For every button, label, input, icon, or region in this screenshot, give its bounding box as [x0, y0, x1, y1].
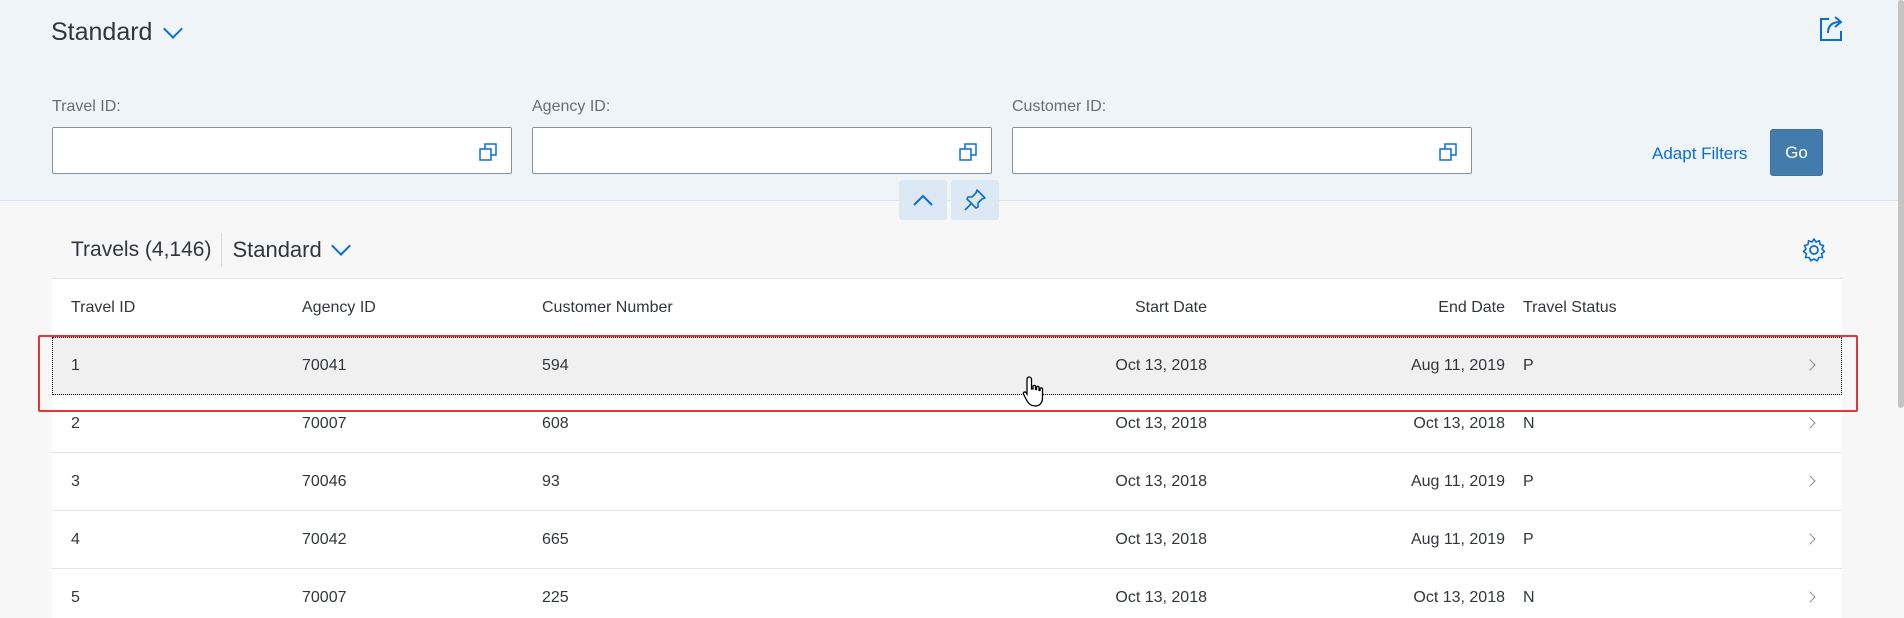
cell-start-date: Oct 13, 2018: [1115, 531, 1207, 548]
chevron-right-icon[interactable]: [1804, 475, 1816, 487]
value-help-icon[interactable]: [959, 143, 977, 161]
adapt-filters-button[interactable]: Adapt Filters: [1652, 144, 1747, 164]
cell-travel-id: 4: [71, 531, 80, 548]
travels-table-panel: Travels (4,146) Standard Travel ID Agenc…: [52, 221, 1842, 618]
cell-travel-id: 5: [71, 589, 80, 606]
cell-travel-id: 3: [71, 473, 80, 490]
travel-id-input[interactable]: [52, 127, 512, 174]
agency-id-label: Agency ID:: [532, 98, 611, 115]
agency-id-input[interactable]: [532, 127, 992, 174]
pin-icon: [964, 189, 986, 211]
table-header: Travel ID Agency ID Customer Number Star…: [52, 279, 1842, 337]
cell-start-date: Oct 13, 2018: [1115, 589, 1207, 606]
cell-customer-number: 608: [542, 415, 569, 432]
page-scrollbar[interactable]: [1898, 0, 1904, 408]
toolbar-separator: [221, 232, 223, 267]
cell-end-date: Aug 11, 2019: [1410, 473, 1505, 490]
customer-id-input[interactable]: [1012, 127, 1472, 174]
agency-id-filter: Agency ID:: [532, 98, 992, 174]
table-row[interactable]: 4 70042 665 Oct 13, 2018 Aug 11, 2019 P: [52, 511, 1842, 569]
table-row[interactable]: 1 70041 594 Oct 13, 2018 Aug 11, 2019 P: [52, 337, 1842, 395]
table-row[interactable]: 2 70007 608 Oct 13, 2018 Oct 13, 2018 N: [52, 395, 1842, 453]
cell-end-date: Aug 11, 2019: [1410, 531, 1505, 548]
chevron-down-icon: [330, 235, 351, 256]
cell-customer-number: 665: [542, 531, 569, 548]
cell-customer-number: 594: [542, 357, 569, 374]
cell-agency-id: 70007: [302, 589, 347, 606]
column-header-travel-id[interactable]: Travel ID: [71, 299, 135, 317]
chevron-right-icon[interactable]: [1804, 359, 1816, 371]
page-variant-selector[interactable]: Standard: [51, 18, 184, 47]
cell-travel-status: N: [1523, 415, 1535, 432]
cell-end-date: Aug 11, 2019: [1410, 357, 1505, 374]
customer-id-filter: Customer ID:: [1012, 98, 1472, 174]
cell-travel-status: P: [1523, 357, 1534, 374]
cell-agency-id: 70007: [302, 415, 347, 432]
table-row[interactable]: 5 70007 225 Oct 13, 2018 Oct 13, 2018 N: [52, 569, 1842, 618]
pin-header-button[interactable]: [951, 180, 999, 220]
travel-id-filter: Travel ID:: [52, 98, 512, 174]
cell-travel-status: P: [1523, 531, 1534, 548]
value-help-icon[interactable]: [1439, 143, 1457, 161]
cell-travel-status: N: [1523, 589, 1535, 606]
cell-start-date: Oct 13, 2018: [1115, 473, 1207, 490]
customer-id-label: Customer ID:: [1012, 98, 1107, 115]
cell-end-date: Oct 13, 2018: [1413, 415, 1505, 432]
cell-agency-id: 70041: [302, 357, 347, 374]
cell-travel-id: 2: [71, 415, 80, 432]
go-button[interactable]: Go: [1770, 129, 1823, 176]
cell-agency-id: 70042: [302, 531, 347, 548]
column-header-end-date[interactable]: End Date: [1232, 299, 1505, 317]
page-variant-title: Standard: [51, 18, 153, 46]
cell-customer-number: 93: [542, 473, 560, 490]
cell-start-date: Oct 13, 2018: [1115, 357, 1207, 374]
column-header-travel-status[interactable]: Travel Status: [1523, 299, 1617, 317]
cell-agency-id: 70046: [302, 473, 347, 490]
chevron-right-icon[interactable]: [1804, 591, 1816, 603]
cell-end-date: Oct 13, 2018: [1413, 589, 1505, 606]
column-header-start-date[interactable]: Start Date: [902, 299, 1207, 317]
table-row[interactable]: 3 70046 93 Oct 13, 2018 Aug 11, 2019 P: [52, 453, 1842, 511]
table-variant-selector[interactable]: Standard: [232, 235, 351, 263]
gear-icon[interactable]: [1800, 236, 1828, 264]
table-variant-title: Standard: [232, 236, 322, 262]
value-help-icon[interactable]: [479, 143, 497, 161]
travel-id-label: Travel ID:: [52, 98, 121, 115]
filter-bar: Standard Travel ID: Agency ID: Customer …: [0, 0, 1904, 201]
collapse-header-button[interactable]: [899, 180, 947, 220]
cell-start-date: Oct 13, 2018: [1115, 415, 1207, 432]
cell-travel-status: P: [1523, 473, 1534, 490]
column-header-agency-id[interactable]: Agency ID: [302, 299, 376, 317]
chevron-right-icon[interactable]: [1804, 533, 1816, 545]
chevron-up-icon: [913, 194, 933, 206]
cell-customer-number: 225: [542, 589, 569, 606]
chevron-right-icon[interactable]: [1804, 417, 1816, 429]
chevron-down-icon: [163, 18, 184, 39]
table-toolbar: Travels (4,146) Standard: [52, 221, 1842, 279]
cell-travel-id: 1: [71, 357, 80, 374]
table-title: Travels (4,146): [71, 237, 212, 261]
share-icon[interactable]: [1816, 14, 1846, 44]
column-header-customer-number[interactable]: Customer Number: [542, 299, 673, 317]
